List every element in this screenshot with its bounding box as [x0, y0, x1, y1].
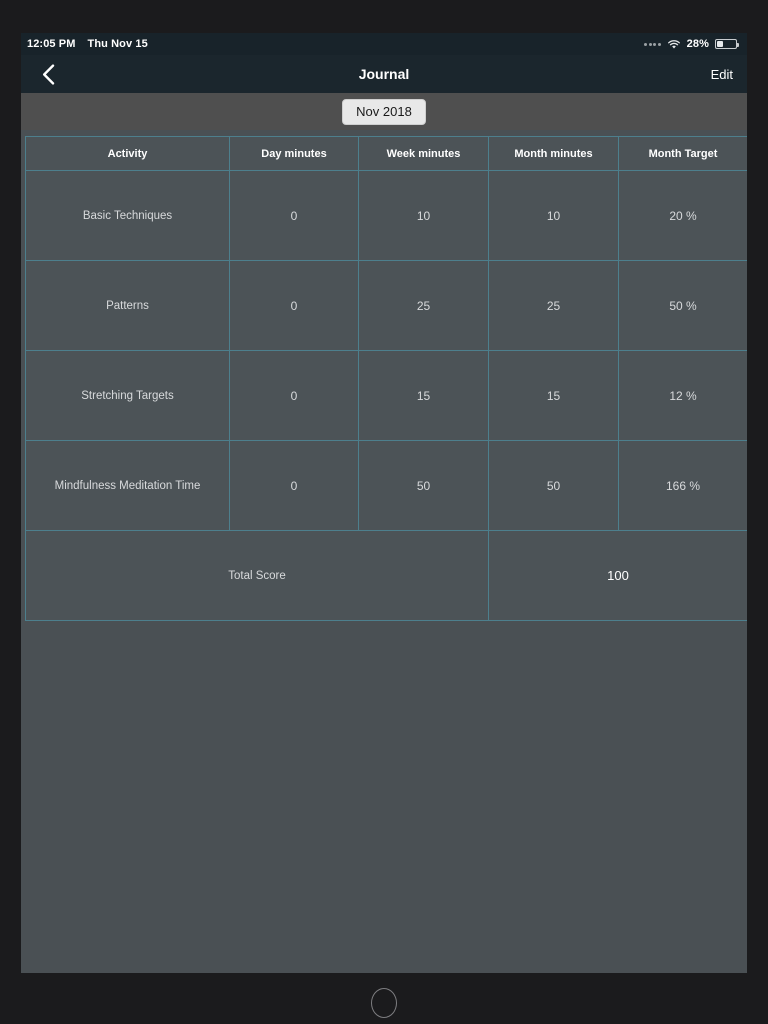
cell-week-minutes: 15: [358, 350, 489, 441]
journal-table-area: Activity Day minutes Week minutes Month …: [21, 130, 747, 621]
total-score-row: Total Score 100: [25, 530, 747, 621]
month-selector-bar: Nov 2018: [21, 93, 747, 130]
signal-dots-icon: [644, 42, 661, 46]
chevron-left-icon: [42, 63, 54, 85]
cell-day-minutes: 0: [229, 440, 359, 531]
table-row[interactable]: Basic Techniques 0 10 10 20 %: [25, 170, 747, 261]
battery-percent-label: 28%: [686, 38, 709, 50]
edit-button[interactable]: Edit: [711, 67, 733, 82]
column-header-month-minutes[interactable]: Month minutes: [488, 136, 619, 171]
column-header-activity[interactable]: Activity: [25, 136, 230, 171]
table-row[interactable]: Stretching Targets 0 15 15 12 %: [25, 350, 747, 441]
cell-month-target: 12 %: [618, 350, 747, 441]
cell-month-target: 20 %: [618, 170, 747, 261]
status-date: Thu Nov 15: [87, 38, 148, 50]
cell-activity: Patterns: [25, 260, 230, 351]
back-button[interactable]: [35, 61, 61, 87]
column-header-week-minutes[interactable]: Week minutes: [358, 136, 489, 171]
app-screen: 12:05 PM Thu Nov 15 28% Journal Edit Nov…: [21, 33, 747, 973]
cell-month-target: 50 %: [618, 260, 747, 351]
cell-month-minutes: 15: [488, 350, 619, 441]
total-score-label: Total Score: [228, 569, 286, 582]
cell-month-minutes: 10: [488, 170, 619, 261]
total-label-wrap: Total Score: [26, 531, 488, 620]
status-bar-left: 12:05 PM Thu Nov 15: [27, 38, 148, 50]
home-button[interactable]: [371, 988, 397, 1018]
cell-month-minutes: 25: [488, 260, 619, 351]
cell-week-minutes: 10: [358, 170, 489, 261]
cell-activity: Stretching Targets: [25, 350, 230, 441]
table-body: Basic Techniques 0 10 10 20 % Patterns 0…: [25, 170, 747, 621]
table-row[interactable]: Patterns 0 25 25 50 %: [25, 260, 747, 351]
battery-icon: [715, 39, 739, 49]
cell-month-minutes: 50: [488, 440, 619, 531]
cell-month-target: 166 %: [618, 440, 747, 531]
page-title: Journal: [358, 66, 410, 82]
status-time: 12:05 PM: [27, 38, 76, 50]
total-score-value: 100: [607, 568, 629, 583]
table-row[interactable]: Mindfulness Meditation Time 0 50 50 166 …: [25, 440, 747, 531]
status-bar-right: 28%: [644, 38, 739, 50]
ipad-device-frame: 12:05 PM Thu Nov 15 28% Journal Edit Nov…: [0, 0, 768, 1024]
status-bar: 12:05 PM Thu Nov 15 28%: [21, 33, 747, 55]
column-header-month-target[interactable]: Month Target: [618, 136, 747, 171]
cell-activity: Basic Techniques: [25, 170, 230, 261]
cell-week-minutes: 50: [358, 440, 489, 531]
table-header-row: Activity Day minutes Week minutes Month …: [25, 136, 747, 171]
navigation-bar: Journal Edit: [21, 55, 747, 93]
cell-week-minutes: 25: [358, 260, 489, 351]
cell-day-minutes: 0: [229, 170, 359, 261]
total-score-value-cell: 100: [488, 530, 747, 621]
column-header-day-minutes[interactable]: Day minutes: [229, 136, 359, 171]
cell-activity: Mindfulness Meditation Time: [25, 440, 230, 531]
cell-day-minutes: 0: [229, 350, 359, 441]
total-score-label-cell: Total Score: [25, 530, 489, 621]
table-header: Activity Day minutes Week minutes Month …: [25, 136, 747, 171]
cell-day-minutes: 0: [229, 260, 359, 351]
wifi-icon: [667, 39, 680, 49]
journal-table: Activity Day minutes Week minutes Month …: [25, 136, 747, 621]
total-value-wrap: 100: [489, 531, 747, 620]
month-selector-button[interactable]: Nov 2018: [342, 98, 426, 125]
